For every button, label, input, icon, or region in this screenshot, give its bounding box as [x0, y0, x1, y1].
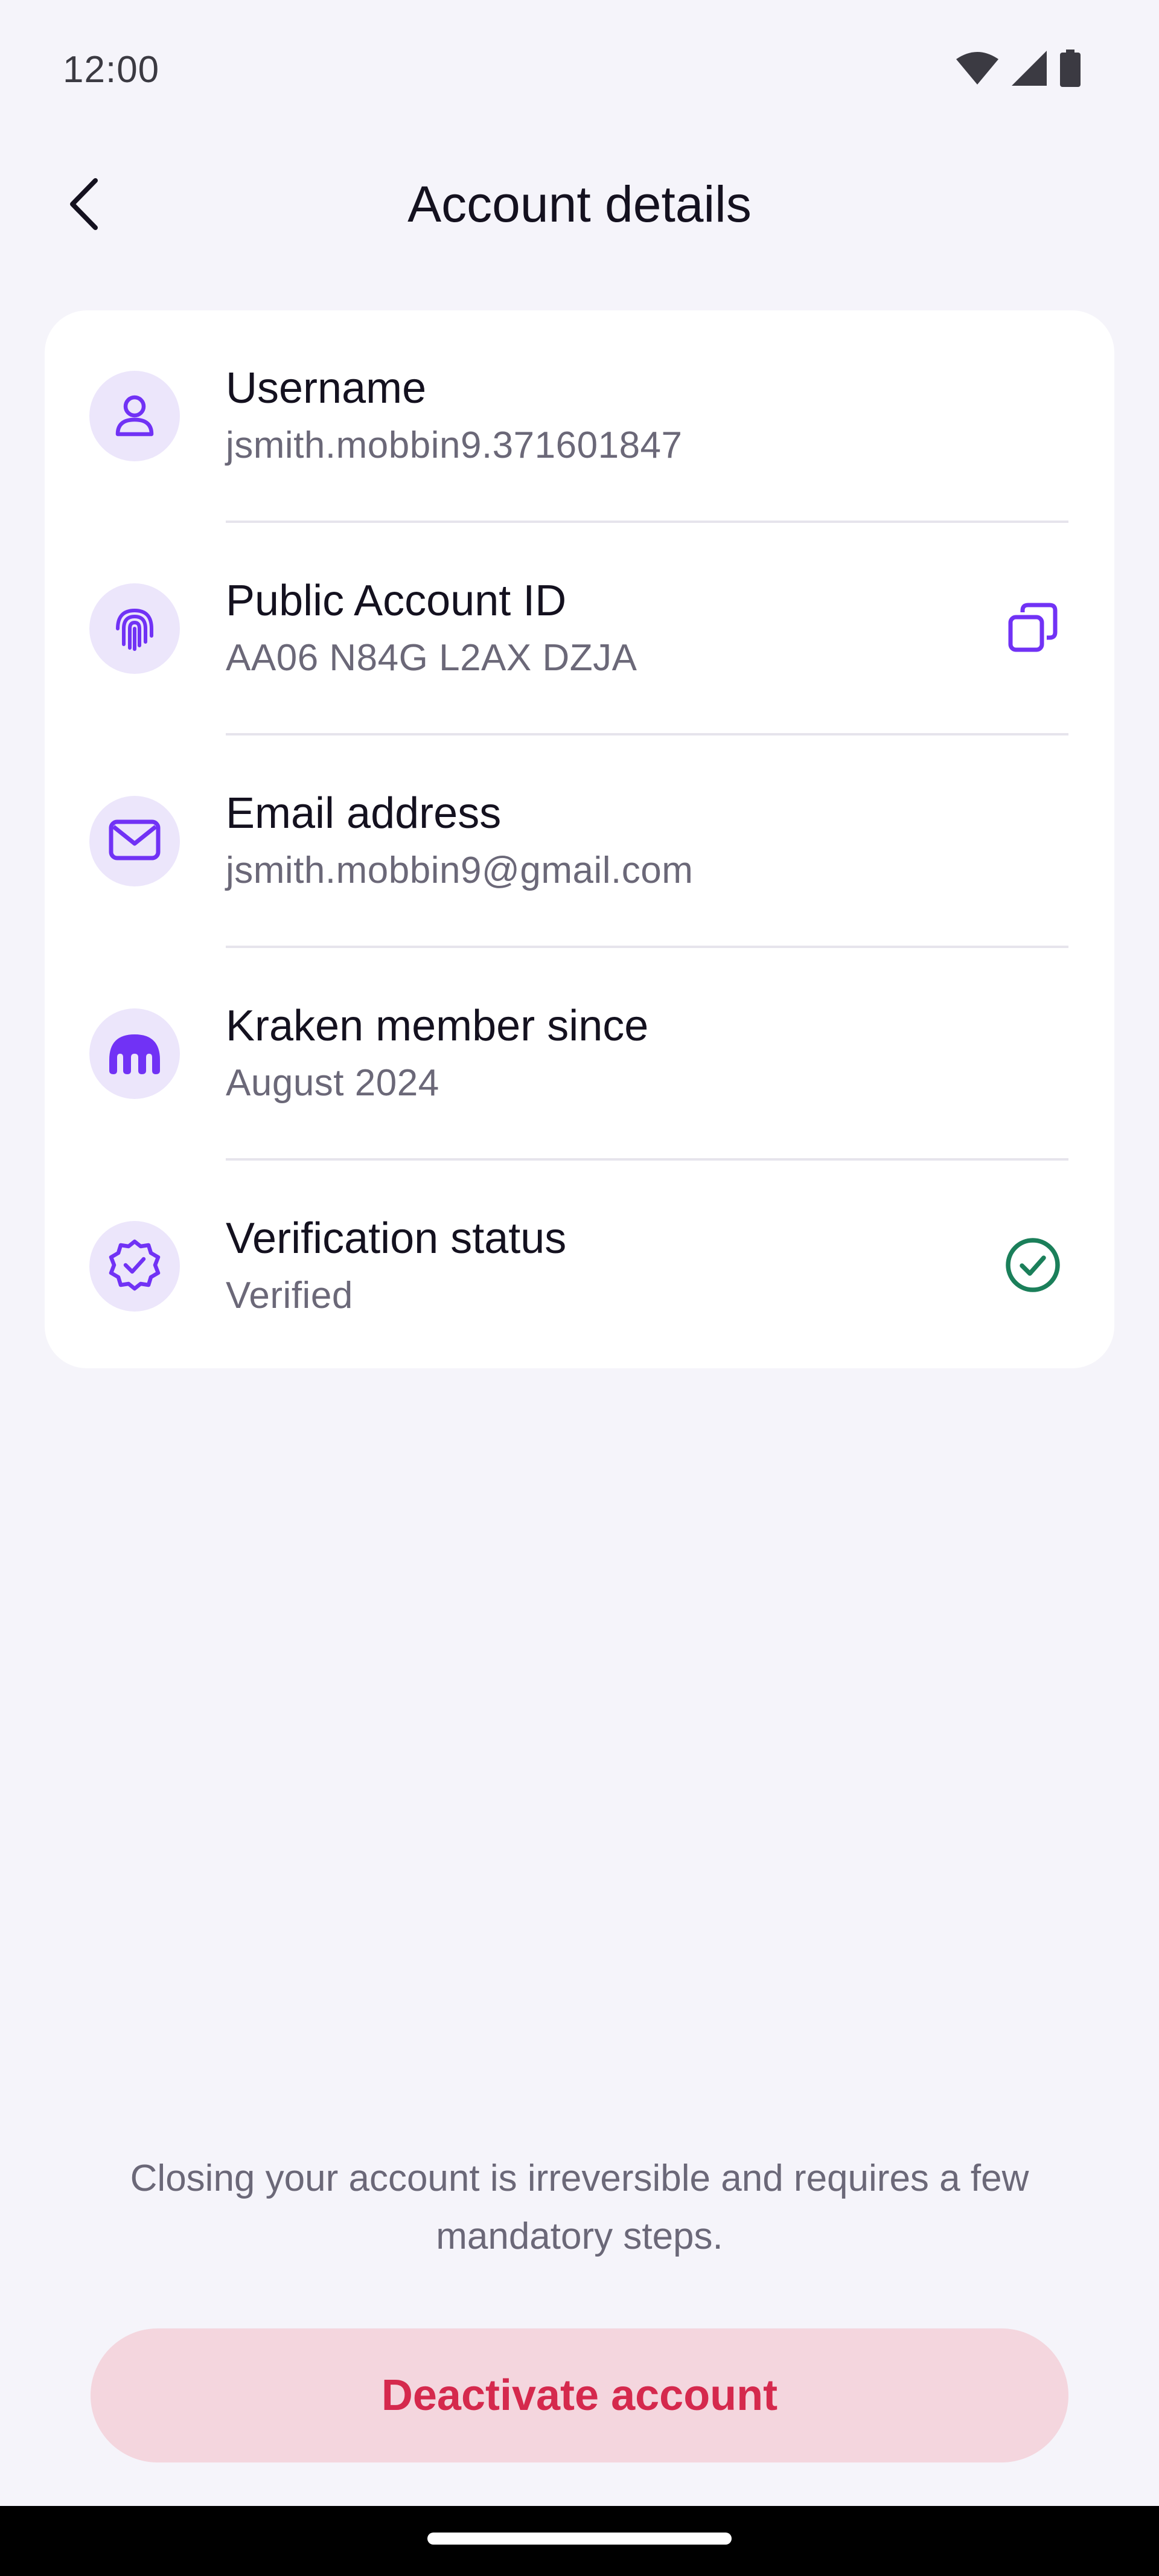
- mail-icon: [107, 817, 162, 866]
- detail-label: Verification status: [226, 1214, 567, 1263]
- copy-account-id-button[interactable]: [994, 589, 1072, 668]
- detail-label: Kraken member since: [226, 1002, 649, 1050]
- detail-value: August 2024: [226, 1062, 439, 1104]
- detail-value: AA06 N84G L2AX DZJA: [226, 637, 637, 679]
- verified-badge-icon: [107, 1238, 162, 1295]
- verified-status-indicator: [994, 1227, 1072, 1306]
- kraken-logo-icon-container: [89, 1008, 180, 1099]
- status-bar: 12:00: [0, 0, 1159, 139]
- cellular-signal-icon: [1012, 51, 1047, 89]
- copy-icon: [1007, 601, 1059, 656]
- top-app-bar: Account details: [0, 151, 1159, 260]
- detail-value: jsmith.mobbin9@gmail.com: [226, 850, 694, 891]
- page-title: Account details: [407, 176, 752, 232]
- detail-value: jsmith.mobbin9.371601847: [226, 425, 683, 466]
- detail-label: Public Account ID: [226, 577, 567, 625]
- account-closing-note: Closing your account is irreversible and…: [130, 2158, 1029, 2257]
- detail-row-username: Username jsmith.mobbin9.371601847: [45, 310, 1114, 523]
- fingerprint-icon-container: [89, 583, 180, 674]
- detail-label: Email address: [226, 789, 502, 838]
- check-circle-icon: [1004, 1236, 1062, 1297]
- user-icon-container: [89, 371, 180, 461]
- wifi-icon: [956, 51, 998, 89]
- home-gesture-handle[interactable]: [427, 2533, 732, 2545]
- verified-badge-icon-container: [89, 1221, 180, 1312]
- detail-row-email: Email address jsmith.mobbin9@gmail.com: [45, 735, 1114, 948]
- fingerprint-icon: [109, 602, 160, 656]
- account-details-card: Username jsmith.mobbin9.371601847 Public…: [45, 310, 1114, 1368]
- detail-row-public-account-id: Public Account ID AA06 N84G L2AX DZJA: [45, 523, 1114, 735]
- detail-row-verification-status: Verification status Verified: [45, 1161, 1114, 1373]
- detail-value: Verified: [226, 1275, 353, 1316]
- battery-icon: [1060, 50, 1081, 90]
- status-icons: [956, 50, 1081, 90]
- mail-icon-container: [89, 796, 180, 886]
- detail-row-member-since: Kraken member since August 2024: [45, 948, 1114, 1161]
- detail-label: Username: [226, 364, 427, 412]
- user-icon: [110, 391, 159, 442]
- deactivate-account-button[interactable]: Deactivate account: [91, 2328, 1068, 2462]
- kraken-logo-icon: [106, 1031, 164, 1077]
- system-navigation-bar: [0, 2506, 1159, 2576]
- status-time: 12:00: [63, 49, 160, 91]
